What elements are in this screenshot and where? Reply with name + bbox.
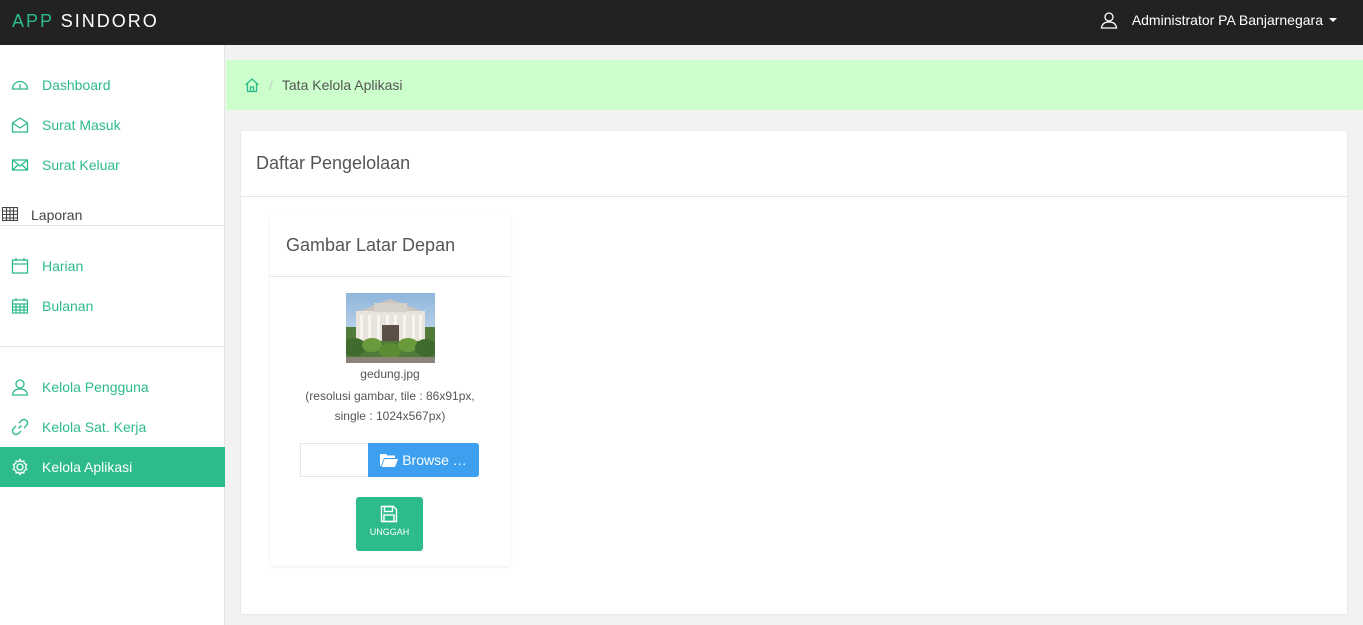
card-title: Gambar Latar Depan <box>286 235 456 255</box>
sidebar-item-label: Harian <box>42 258 84 274</box>
sidebar-item-label: Surat Keluar <box>42 157 120 173</box>
sidebar-item-harian[interactable]: Harian <box>0 246 225 286</box>
save-icon <box>380 505 398 523</box>
breadcrumb-current: Tata Kelola Aplikasi <box>281 77 403 93</box>
upload-label: UNGGAH <box>369 527 410 537</box>
sidebar-item-label: Dashboard <box>42 77 111 93</box>
sidebar-item-label: Kelola Aplikasi <box>42 459 133 475</box>
sidebar-item-label: Surat Masuk <box>42 117 121 133</box>
note-line-2: single : 1024x567px) <box>334 409 446 423</box>
calendar-icon <box>11 258 29 274</box>
note-line-1: (resolusi gambar, tile : 86x91px, <box>305 389 475 403</box>
caret-down-icon <box>1329 18 1337 22</box>
sidebar-item-kelola-aplikasi[interactable]: Kelola Aplikasi <box>0 447 225 487</box>
image-resolution-note: (resolusi gambar, tile : 86x91px, single… <box>270 386 510 426</box>
dashboard-icon <box>11 80 29 90</box>
app-brand[interactable]: APP SINDORO <box>12 10 159 32</box>
card-divider <box>270 276 510 277</box>
sidebar-section-laporan: Laporan <box>0 200 225 226</box>
upload-button[interactable]: UNGGAH <box>356 497 423 551</box>
user-menu[interactable]: Administrator PA Banjarnegara <box>1100 10 1337 30</box>
panel-divider <box>241 196 1347 197</box>
brand-part1: APP <box>12 11 54 31</box>
table-icon <box>2 207 18 221</box>
sidebar: Dashboard Surat Masuk Surat Keluar Lapor… <box>0 45 225 625</box>
sidebar-item-dashboard[interactable]: Dashboard <box>0 65 225 105</box>
gear-icon <box>12 458 28 476</box>
image-thumbnail <box>346 293 435 363</box>
sidebar-item-surat-keluar[interactable]: Surat Keluar <box>0 145 225 185</box>
breadcrumb-separator: / <box>269 77 273 93</box>
envelope-icon <box>11 159 29 171</box>
sidebar-item-label: Kelola Sat. Kerja <box>42 419 147 435</box>
sidebar-item-bulanan[interactable]: Bulanan <box>0 286 225 326</box>
sidebar-divider <box>0 346 225 347</box>
brand-part2: SINDORO <box>60 11 159 31</box>
file-path-input[interactable] <box>300 443 370 477</box>
image-card: Gambar Latar Depan gedung.jpg (resolusi … <box>270 216 510 566</box>
sidebar-item-kelola-sat-kerja[interactable]: Kelola Sat. Kerja <box>0 407 225 447</box>
top-navbar: APP SINDORO Administrator PA Banjarnegar… <box>0 0 1363 45</box>
sidebar-item-label: Kelola Pengguna <box>42 379 149 395</box>
browse-button[interactable]: Browse … <box>368 443 479 477</box>
sidebar-item-label: Bulanan <box>42 298 94 314</box>
folder-open-icon <box>380 454 399 467</box>
image-filename: gedung.jpg <box>360 367 420 381</box>
sidebar-item-kelola-pengguna[interactable]: Kelola Pengguna <box>0 367 225 407</box>
link-icon <box>11 418 29 436</box>
user-icon <box>11 379 29 396</box>
sidebar-item-surat-masuk[interactable]: Surat Masuk <box>0 105 225 145</box>
envelope-open-icon <box>11 117 29 133</box>
calendar-grid-icon <box>11 298 29 314</box>
user-name: Administrator PA Banjarnegara <box>1131 12 1323 28</box>
breadcrumb: / Tata Kelola Aplikasi <box>226 60 1363 110</box>
main-panel: Daftar Pengelolaan Gambar Latar Depan ge… <box>240 130 1348 615</box>
browse-label: Browse … <box>402 452 467 468</box>
section-label: Laporan <box>31 207 83 223</box>
user-icon <box>1100 12 1118 29</box>
home-icon[interactable] <box>244 77 260 93</box>
panel-title: Daftar Pengelolaan <box>256 153 411 173</box>
